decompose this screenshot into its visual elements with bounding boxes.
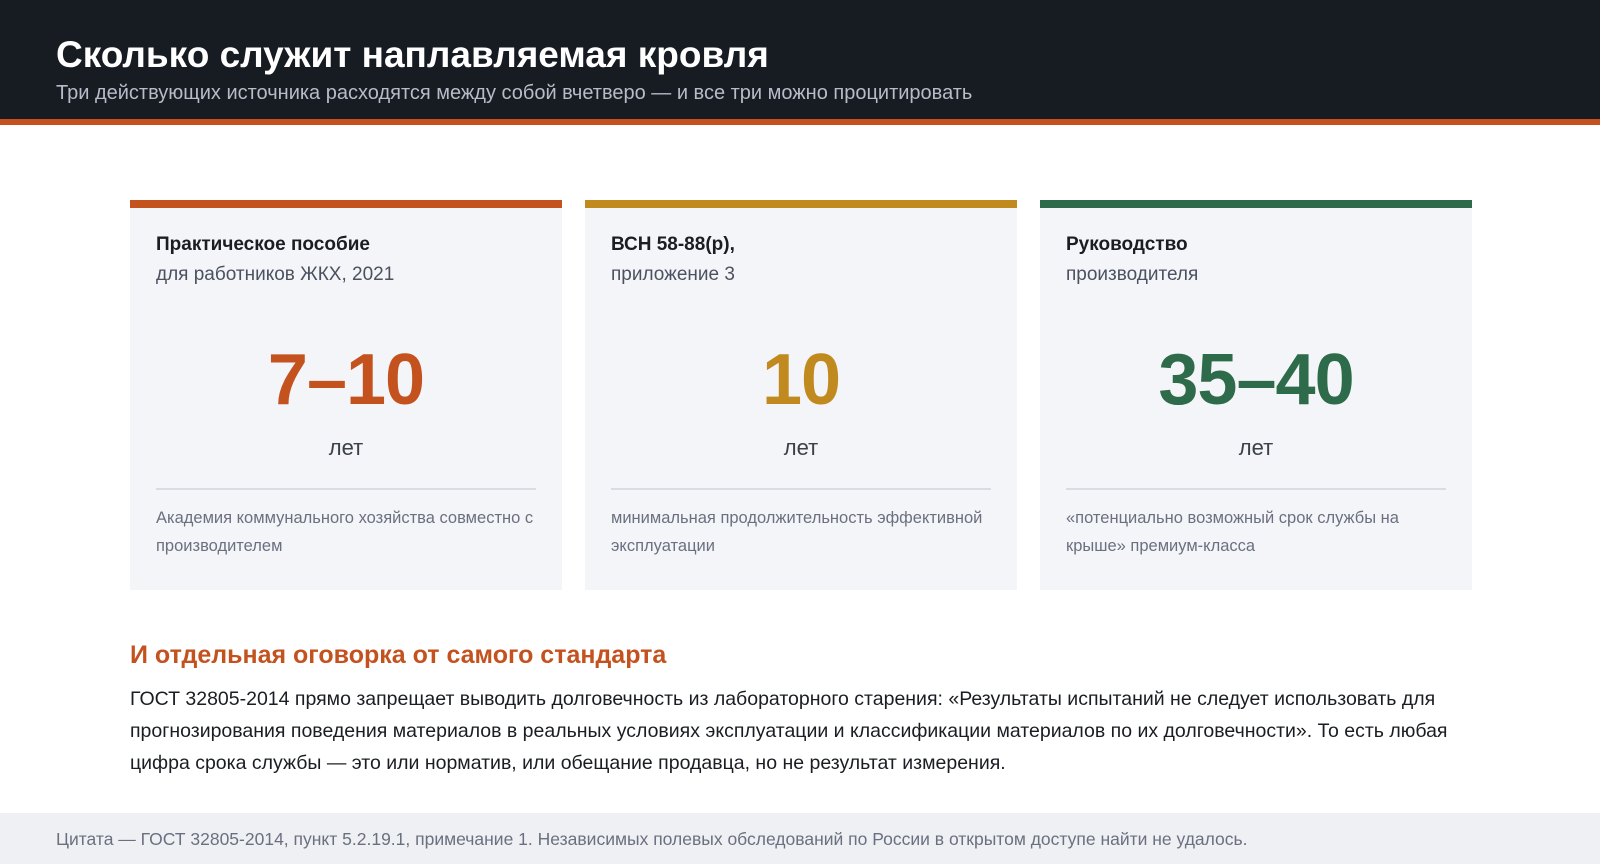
card-unit: лет — [1238, 435, 1274, 460]
card-source: Руководство производителя — [1066, 230, 1198, 290]
card-note: «потенциально возможный срок службы на к… — [1066, 509, 1399, 555]
card-accent-bar — [130, 200, 562, 208]
source-card-vsn: ВСН 58-88(р), приложение 3 10 лет минима… — [585, 200, 1017, 590]
card-source-subtitle: производителя — [1066, 264, 1199, 285]
page-header: Сколько служит наплавляемая кровля Три д… — [0, 0, 1600, 125]
card-source-title: ВСН 58-88(р), — [611, 234, 735, 255]
page-title: Сколько служит наплавляемая кровля — [56, 34, 769, 75]
card-unit: лет — [328, 435, 364, 460]
card-value: 10 — [761, 340, 841, 420]
card-accent-bar — [1040, 200, 1472, 208]
section-body: ГОСТ 32805-2014 прямо запрещает выводить… — [130, 688, 1448, 774]
source-card-manual: Практическое пособие для работников ЖКХ,… — [130, 200, 562, 590]
card-accent-bar — [585, 200, 1017, 208]
card-note: Академия коммунального хозяйства совмест… — [156, 509, 534, 555]
card-source-subtitle: для работников ЖКХ, 2021 — [156, 264, 395, 285]
card-source-subtitle: приложение 3 — [611, 264, 735, 285]
source-card-manufacturer: Руководство производителя 35–40 лет «пот… — [1040, 200, 1472, 590]
card-source-title: Руководство — [1066, 234, 1188, 255]
card-divider — [611, 488, 991, 490]
footer-note: Цитата — ГОСТ 32805-2014, пункт 5.2.19.1… — [56, 829, 1248, 849]
card-source: ВСН 58-88(р), приложение 3 — [611, 230, 735, 290]
card-value: 35–40 — [1158, 340, 1354, 420]
page-footer: Цитата — ГОСТ 32805-2014, пункт 5.2.19.1… — [0, 813, 1600, 864]
card-unit: лет — [783, 435, 819, 460]
card-source: Практическое пособие для работников ЖКХ,… — [156, 230, 394, 290]
card-value: 7–10 — [267, 340, 425, 420]
section-title: И отдельная оговорка от самого стандарта — [130, 641, 667, 669]
card-divider — [1066, 488, 1446, 490]
card-source-title: Практическое пособие — [156, 234, 370, 255]
card-divider — [156, 488, 536, 490]
page-subtitle: Три действующих источника расходятся меж… — [56, 82, 973, 104]
card-note: минимальная продолжительность эффективно… — [611, 509, 983, 555]
